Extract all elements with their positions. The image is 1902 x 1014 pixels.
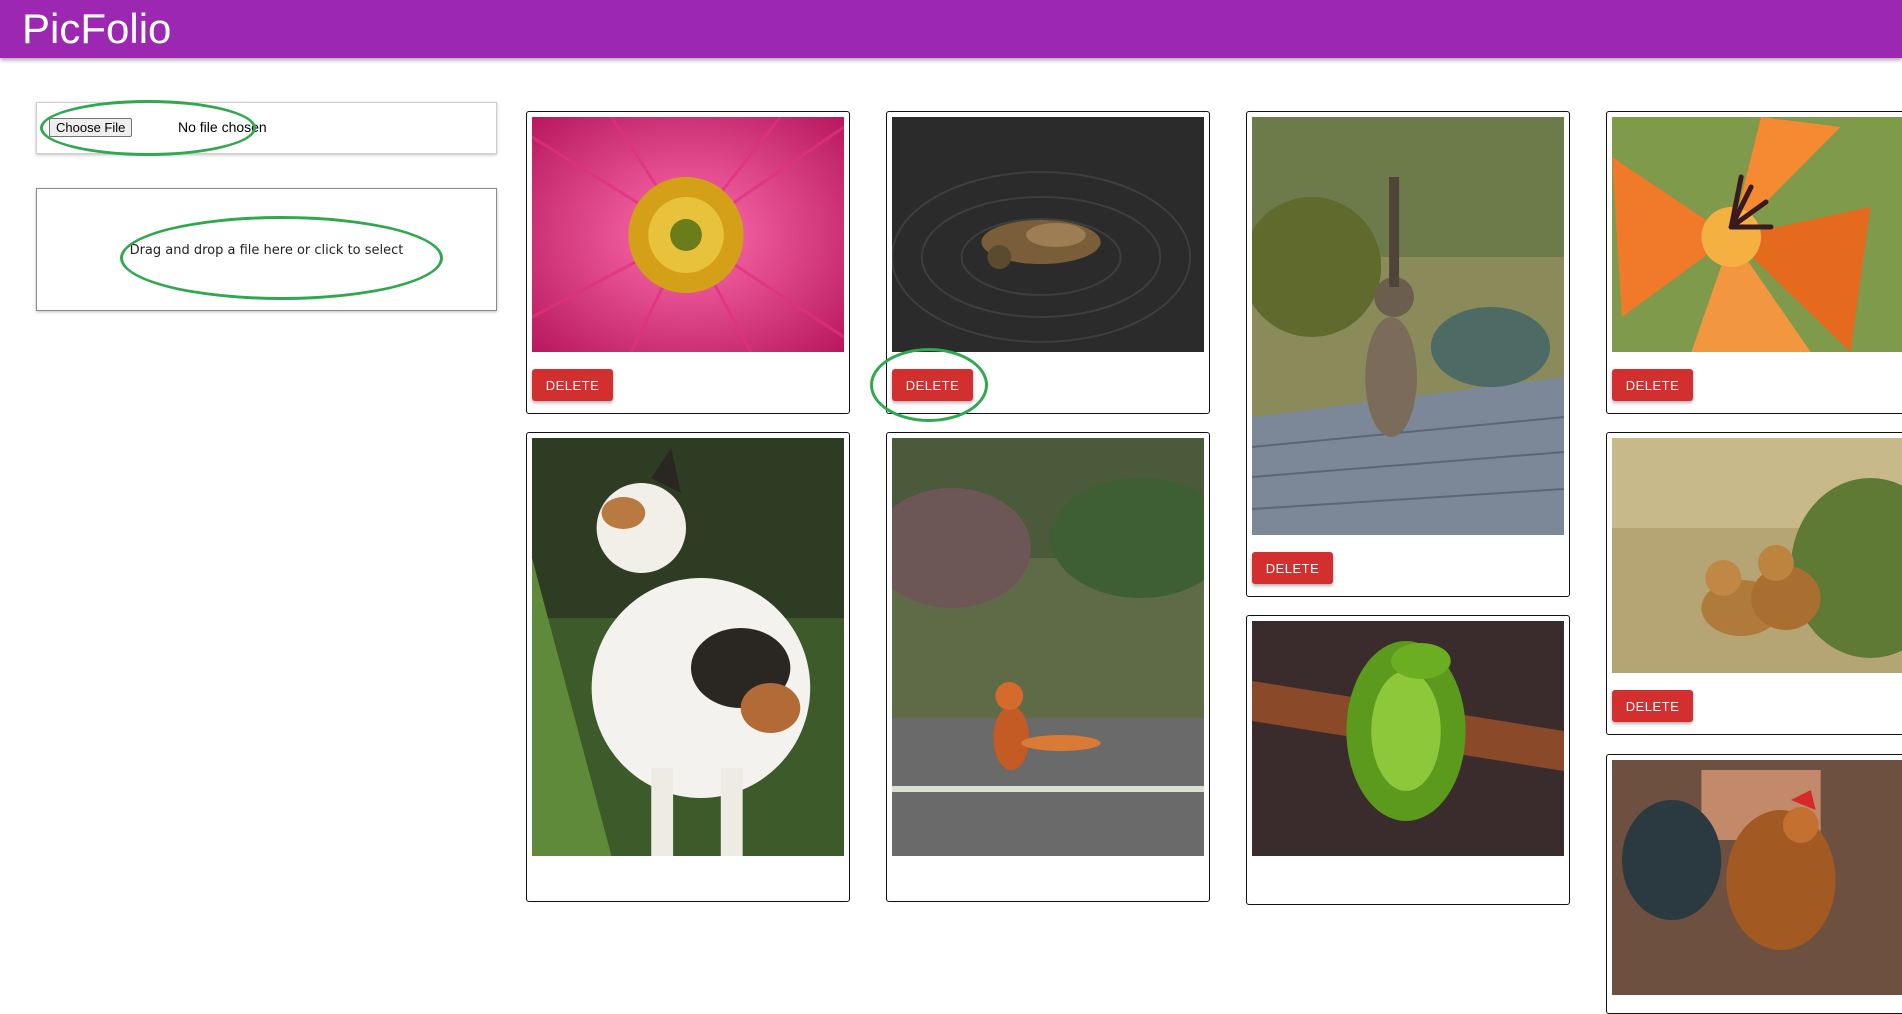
photo-image: [1612, 760, 1902, 995]
delete-button[interactable]: DELETE: [1252, 552, 1333, 584]
delete-button[interactable]: DELETE: [892, 369, 973, 401]
photo-image: [892, 117, 1204, 352]
photo-card: DELETE: [886, 111, 1210, 414]
photo-card: [1246, 615, 1570, 905]
app-title: PicFolio: [22, 5, 172, 52]
file-input-panel: Choose File No file chosen: [36, 102, 497, 154]
delete-button[interactable]: DELETE: [1612, 690, 1693, 722]
photo-card: [1606, 754, 1902, 1014]
dropzone[interactable]: Drag and drop a file here or click to se…: [36, 188, 497, 311]
photo-image: [1252, 117, 1564, 535]
photo-image: [892, 438, 1204, 856]
photo-image: [532, 438, 844, 856]
delete-button[interactable]: DELETE: [1612, 369, 1693, 401]
dropzone-text: Drag and drop a file here or click to se…: [129, 243, 404, 258]
photo-card: DELETE: [526, 111, 850, 414]
photo-card: [526, 432, 850, 902]
photo-card: DELETE: [1606, 111, 1902, 414]
delete-button[interactable]: DELETE: [532, 369, 613, 401]
photo-image: [1252, 621, 1564, 856]
photo-image: [1612, 438, 1902, 673]
photo-card: [886, 432, 1210, 902]
choose-file-button[interactable]: Choose File: [49, 118, 133, 137]
photo-image: [1612, 117, 1902, 352]
photo-card: DELETE: [1246, 111, 1570, 597]
app-bar: PicFolio: [0, 0, 1902, 58]
photo-image: [532, 117, 844, 352]
photo-card: DELETE: [1606, 432, 1902, 735]
file-status-text: No file chosen: [178, 119, 267, 135]
